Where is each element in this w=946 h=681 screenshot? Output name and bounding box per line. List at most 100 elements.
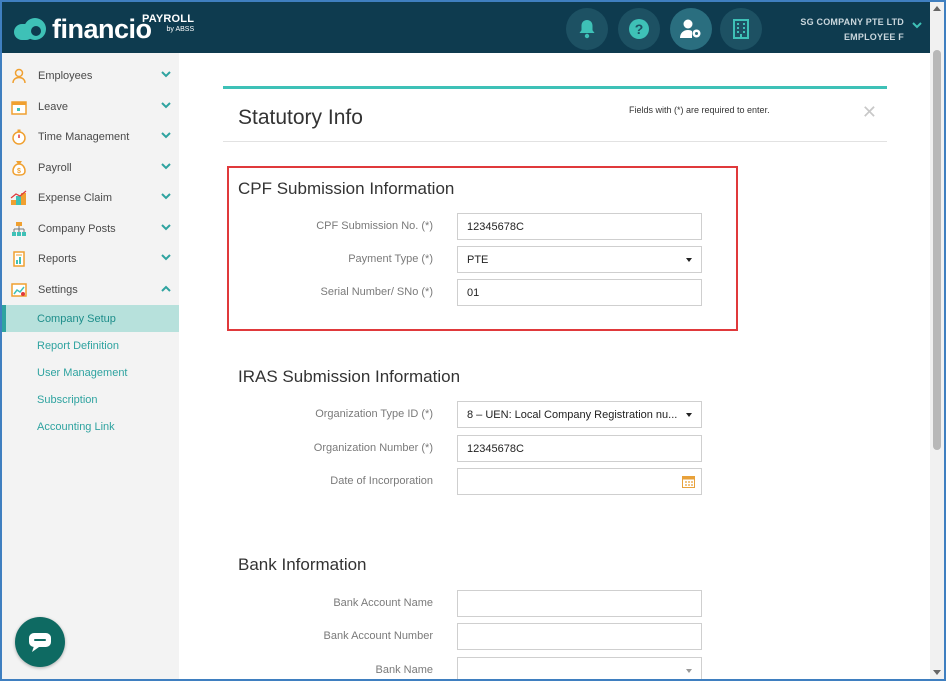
chat-button[interactable]: [15, 617, 65, 667]
org-type-label: Organization Type ID (*): [315, 408, 433, 420]
org-type-value: 8 – UEN: Local Company Registration nu..…: [467, 409, 678, 421]
close-icon[interactable]: ✕: [862, 102, 877, 123]
incorporation-date-row: Date of Incorporation: [223, 468, 723, 496]
cpf-submission-no-input[interactable]: 12345678C: [457, 213, 702, 240]
serial-number-input[interactable]: 01: [457, 279, 702, 306]
sidebar-item-time-management[interactable]: Time Management: [2, 122, 179, 153]
help-button[interactable]: ?: [618, 8, 660, 50]
bank-name-label: Bank Name: [375, 664, 433, 676]
financio-logo[interactable]: financio: [14, 14, 152, 44]
caret-down-icon: [686, 669, 692, 673]
sidebar-item-label: Settings: [38, 283, 78, 296]
chevron-down-icon[interactable]: [161, 71, 171, 78]
sidebar-subitem-accounting-link[interactable]: Accounting Link: [2, 413, 179, 440]
sidebar-item-reports[interactable]: Reports: [2, 244, 179, 275]
sidebar: Employees Leave Time Management $ Payrol…: [2, 53, 179, 679]
caret-down-icon: [686, 258, 692, 262]
company-info[interactable]: SG COMPANY PTE LTD EMPLOYEE F: [800, 15, 904, 45]
sidebar-item-settings[interactable]: Settings: [2, 275, 179, 306]
sidebar-item-label: Expense Claim: [38, 192, 112, 205]
sidebar-item-label: Company Posts: [38, 222, 116, 235]
svg-text:?: ?: [635, 21, 644, 37]
cpf-section-title: CPF Submission Information: [238, 179, 455, 198]
settings-chart-icon: [10, 281, 28, 299]
title-divider: [223, 141, 887, 142]
chevron-down-icon[interactable]: [912, 22, 922, 29]
payment-type-row: Payment Type (*) PTE: [223, 246, 723, 274]
org-number-input[interactable]: 12345678C: [457, 435, 702, 462]
person-icon: [10, 67, 28, 85]
scroll-down-arrow-icon[interactable]: [933, 670, 941, 675]
bank-section-title: Bank Information: [238, 555, 367, 574]
building-icon: [733, 19, 749, 39]
page-title: Statutory Info: [238, 106, 363, 129]
bank-name-row: Bank Name: [223, 657, 723, 679]
svg-text:$: $: [17, 168, 21, 175]
logo-product: PAYROLL by ABSS: [142, 13, 194, 33]
report-icon: [10, 250, 28, 268]
money-bag-icon: $: [10, 159, 28, 177]
logo-text: financio: [52, 14, 152, 44]
notifications-button[interactable]: [566, 8, 608, 50]
org-type-row: Organization Type ID (*) 8 – UEN: Local …: [223, 401, 723, 429]
payment-type-select[interactable]: PTE: [457, 246, 702, 273]
sidebar-item-expense-claim[interactable]: Expense Claim: [2, 183, 179, 214]
cpf-submission-no-label: CPF Submission No. (*): [316, 220, 433, 232]
sidebar-item-label: Payroll: [38, 161, 72, 174]
iras-section-title: IRAS Submission Information: [238, 367, 461, 386]
bank-account-name-label: Bank Account Name: [333, 597, 433, 609]
chevron-down-icon[interactable]: [161, 162, 171, 170]
user-role: EMPLOYEE F: [843, 32, 904, 42]
org-type-select[interactable]: 8 – UEN: Local Company Registration nu..…: [457, 401, 702, 428]
logo-product-name: PAYROLL: [142, 13, 195, 25]
question-icon: ?: [629, 19, 649, 39]
cloud-logo-icon: [14, 16, 50, 42]
sidebar-subitem-subscription[interactable]: Subscription: [2, 386, 179, 413]
bank-account-name-row: Bank Account Name: [223, 590, 723, 618]
chevron-up-icon[interactable]: [161, 285, 171, 292]
chevron-down-icon[interactable]: [161, 254, 171, 261]
scroll-up-arrow-icon[interactable]: [933, 6, 941, 11]
logo-byline: by ABSS: [166, 26, 195, 33]
sidebar-subitem-user-management[interactable]: User Management: [2, 359, 179, 386]
sidebar-item-label: Employees: [38, 70, 93, 83]
user-settings-button[interactable]: [670, 8, 712, 50]
scrollbar-thumb[interactable]: [933, 50, 941, 450]
org-number-label: Organization Number (*): [313, 442, 433, 454]
payment-type-label: Payment Type (*): [348, 253, 433, 265]
bank-account-number-input[interactable]: [457, 623, 702, 650]
company-name: SG COMPANY PTE LTD: [800, 17, 904, 27]
chat-bubble-icon: [29, 633, 51, 652]
app-window: financio PAYROLL by ABSS ? SG COMPANY PT…: [0, 0, 946, 681]
sidebar-subitem-company-setup[interactable]: Company Setup: [2, 305, 179, 332]
stopwatch-icon: [10, 128, 28, 146]
vertical-scrollbar[interactable]: [930, 2, 944, 679]
org-chart-icon: [10, 220, 28, 238]
sidebar-item-payroll[interactable]: $ Payroll: [2, 153, 179, 184]
bank-account-name-input[interactable]: [457, 590, 702, 617]
sidebar-subitem-report-definition[interactable]: Report Definition: [2, 332, 179, 359]
sidebar-item-label: Time Management: [38, 131, 130, 144]
incorporation-date-input[interactable]: [457, 468, 702, 495]
bank-account-number-row: Bank Account Number: [223, 623, 723, 651]
user-gear-icon: [680, 19, 701, 38]
sidebar-item-employees[interactable]: Employees: [2, 61, 179, 92]
bank-account-number-label: Bank Account Number: [323, 630, 433, 642]
caret-down-icon: [686, 413, 692, 417]
sidebar-item-leave[interactable]: Leave: [2, 92, 179, 123]
calendar-icon[interactable]: [682, 475, 695, 488]
required-fields-note: Fields with (*) are required to enter.: [629, 105, 770, 115]
sidebar-item-label: Leave: [38, 100, 68, 113]
bank-name-select[interactable]: [457, 657, 702, 679]
chevron-down-icon[interactable]: [161, 132, 171, 139]
chevron-down-icon[interactable]: [161, 193, 171, 200]
org-number-row: Organization Number (*) 12345678C: [223, 435, 723, 463]
incorporation-date-label: Date of Incorporation: [330, 475, 433, 487]
chevron-down-icon[interactable]: [161, 223, 171, 231]
chevron-down-icon[interactable]: [161, 101, 171, 109]
serial-number-label: Serial Number/ SNo (*): [320, 286, 433, 298]
company-switch-button[interactable]: [720, 8, 762, 50]
sidebar-item-company-posts[interactable]: Company Posts: [2, 214, 179, 245]
main-content: Statutory Info Fields with (*) are requi…: [179, 53, 931, 679]
calendar-icon: [10, 98, 28, 116]
